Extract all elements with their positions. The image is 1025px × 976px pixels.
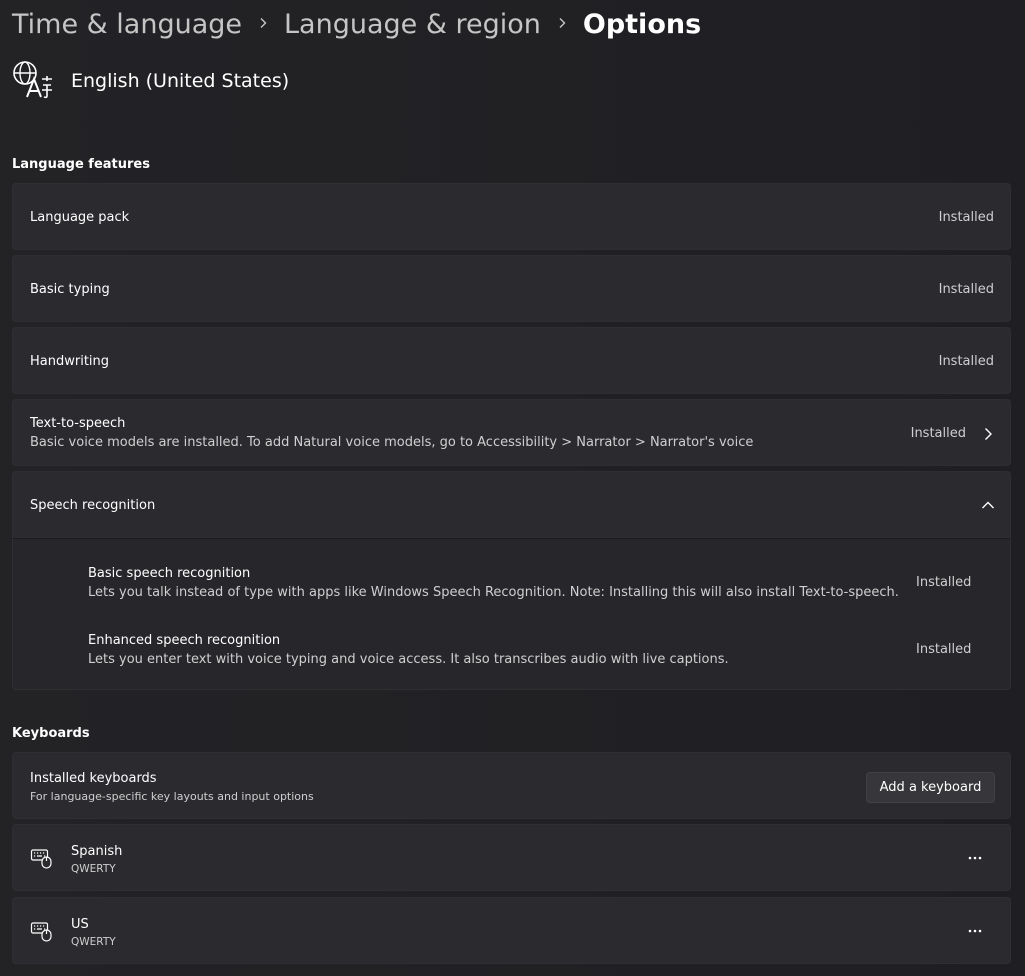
chevron-right-icon <box>541 9 583 40</box>
language-header: English (United States) <box>12 60 289 102</box>
feature-label: Handwriting <box>30 354 110 369</box>
section-title-language-features: Language features <box>12 157 150 172</box>
installed-keyboards-description: For language-specific key layouts and in… <box>30 790 314 803</box>
feature-label: Speech recognition <box>30 498 156 513</box>
feature-text-to-speech[interactable]: Text-to-speech Basic voice models are in… <box>12 399 1011 466</box>
feature-handwriting: Handwriting Installed <box>12 327 1011 394</box>
keyboard-item-spanish: Spanish QWERTY <box>12 824 1011 891</box>
enhanced-speech-description: Lets you enter text with voice typing an… <box>88 652 729 667</box>
breadcrumb-language-region[interactable]: Language & region <box>284 9 541 40</box>
enhanced-speech-status: Installed <box>916 642 972 657</box>
keyboard-item-us: US QWERTY <box>12 897 1011 964</box>
feature-label: Basic typing <box>30 282 110 297</box>
keyboard-icon <box>30 846 54 870</box>
keyboard-name: US <box>71 917 89 932</box>
section-title-keyboards: Keyboards <box>12 726 90 741</box>
installed-keyboards-card: Installed keyboards For language-specifi… <box>12 752 1011 819</box>
keyboard-name: Spanish <box>71 844 123 859</box>
feature-speech-recognition[interactable]: Speech recognition <box>12 471 1011 538</box>
speech-recognition-details: Basic speech recognition Lets you talk i… <box>12 538 1011 690</box>
language-name: English (United States) <box>71 70 290 92</box>
enhanced-speech-label: Enhanced speech recognition <box>88 633 281 648</box>
feature-basic-typing: Basic typing Installed <box>12 255 1011 322</box>
installed-keyboards-label: Installed keyboards <box>30 771 157 786</box>
feature-status: Installed <box>910 426 966 441</box>
basic-speech-description: Lets you talk instead of type with apps … <box>88 585 899 600</box>
basic-speech-status: Installed <box>916 575 972 590</box>
more-options-icon[interactable] <box>963 923 987 939</box>
feature-description: Basic voice models are installed. To add… <box>30 435 754 450</box>
keyboard-layout: QWERTY <box>71 863 116 875</box>
breadcrumb-time-language[interactable]: Time & language <box>12 9 242 40</box>
feature-label: Language pack <box>30 210 130 225</box>
chevron-right-icon[interactable] <box>980 426 996 442</box>
keyboard-layout: QWERTY <box>71 936 116 948</box>
page-title: Options <box>582 8 702 40</box>
chevron-up-icon[interactable] <box>980 497 996 513</box>
keyboard-icon <box>30 919 54 943</box>
more-options-icon[interactable] <box>963 850 987 866</box>
feature-status: Installed <box>938 282 994 297</box>
chevron-right-icon <box>242 9 284 40</box>
feature-status: Installed <box>938 210 994 225</box>
basic-speech-label: Basic speech recognition <box>88 566 251 581</box>
add-keyboard-button[interactable]: Add a keyboard <box>866 772 995 803</box>
feature-label: Text-to-speech <box>30 416 126 431</box>
feature-status: Installed <box>938 354 994 369</box>
language-icon <box>12 60 54 102</box>
feature-language-pack: Language pack Installed <box>12 183 1011 250</box>
breadcrumb: Time & language Language & region Option… <box>12 6 701 42</box>
